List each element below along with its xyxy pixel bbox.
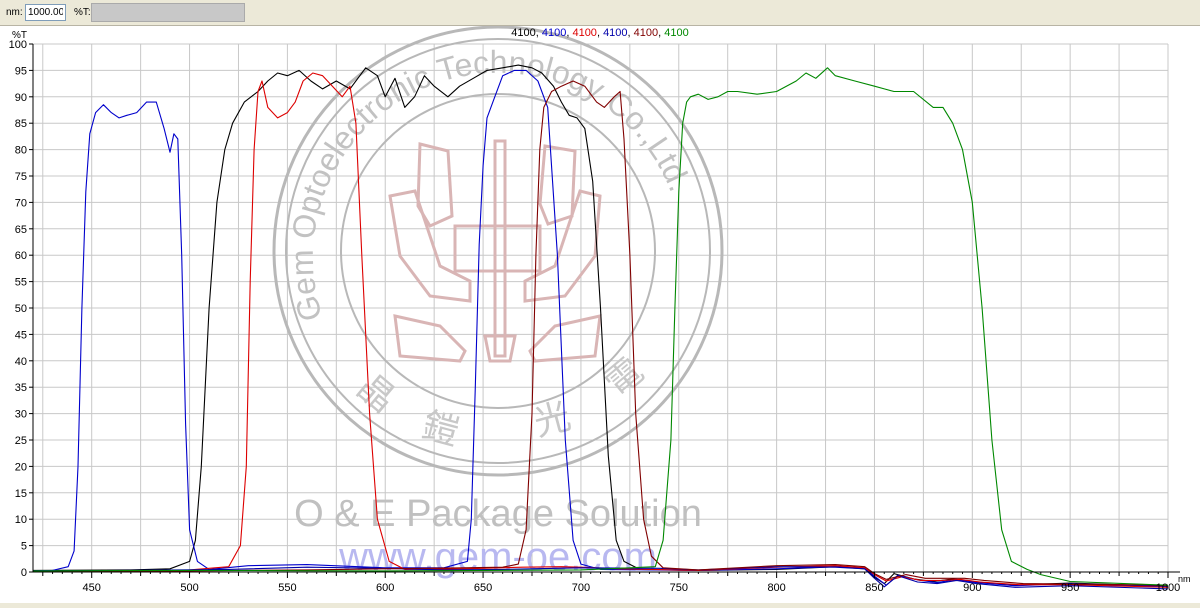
y-tick-label: 80 [15,145,27,157]
y-tick-label: 0 [21,567,27,579]
logo-mark [388,139,602,363]
y-tick-label: 95 [15,65,27,77]
y-tick-label: 15 [15,488,27,500]
transmission-chart: Gem Optoelectronic Technology Co.,Ltd. 晶… [9,25,1191,594]
x-tick-label: 450 [83,582,101,594]
watermark-seal: Gem Optoelectronic Technology Co.,Ltd. 晶… [272,25,724,579]
legend-entry-5: 4100 [634,27,658,39]
seal-char-1: 晶 [350,366,404,421]
x-tick-label: 850 [865,582,883,594]
x-tick-label: 550 [278,582,296,594]
y-tick-label: 35 [15,382,27,394]
nm-label: nm: [6,7,23,18]
y-tick-label: 10 [15,514,27,526]
x-tick-label: 700 [572,582,590,594]
y-tick-label: 20 [15,461,27,473]
y-tick-label: 65 [15,224,27,236]
legend: 4100, 4100, 4100, 4100, 4100, 4100 [511,27,689,39]
x-tick-label: 600 [376,582,394,594]
y-tick-label: 70 [15,197,27,209]
seal-inner-ring [285,38,711,464]
x-axis-label: nm [1178,574,1191,584]
y-tick-label: 85 [15,118,27,130]
y-tick-label: 75 [15,171,27,183]
y-tick-label: 40 [15,356,27,368]
x-tick-label: 650 [474,582,492,594]
x-tick-label: 500 [180,582,198,594]
y-tick-label: 45 [15,329,27,341]
y-tick-label: 60 [15,250,27,262]
x-tick-label: 1000 [1156,582,1180,594]
package-solution-text: O & E Package Solution [294,493,702,535]
y-tick-label: 55 [15,277,27,289]
y-tick-label: 30 [15,409,27,421]
y-tick-label: 90 [15,92,27,104]
x-tick-label: 750 [670,582,688,594]
y-tick-label: 50 [15,303,27,315]
seal-char-3: 光 [529,395,574,444]
legend-text: 4100, 4100, 4100, 4100, 4100, 4100 [511,27,689,39]
x-tick-label: 950 [1061,582,1079,594]
legend-entry-4: 4100 [603,27,627,39]
t-label: %T: [74,7,91,18]
legend-entry-3: 4100 [572,27,596,39]
legend-entry-2: 4100 [542,27,566,39]
x-tick-label: 800 [767,582,785,594]
y-tick-label: 5 [21,541,27,553]
legend-entry-6: 4100 [664,27,688,39]
x-tick-label: 900 [963,582,981,594]
y-axis-label: %T [12,30,27,41]
chart-area: Gem Optoelectronic Technology Co.,Ltd. 晶… [0,25,1200,603]
seal-char-2: 鎧 [418,404,463,453]
y-tick-label: 25 [15,435,27,447]
legend-entry-1: 4100 [511,27,535,39]
nm-input[interactable] [25,4,66,21]
toolbar: nm: %T: [0,0,1200,26]
t-input[interactable] [91,3,245,22]
